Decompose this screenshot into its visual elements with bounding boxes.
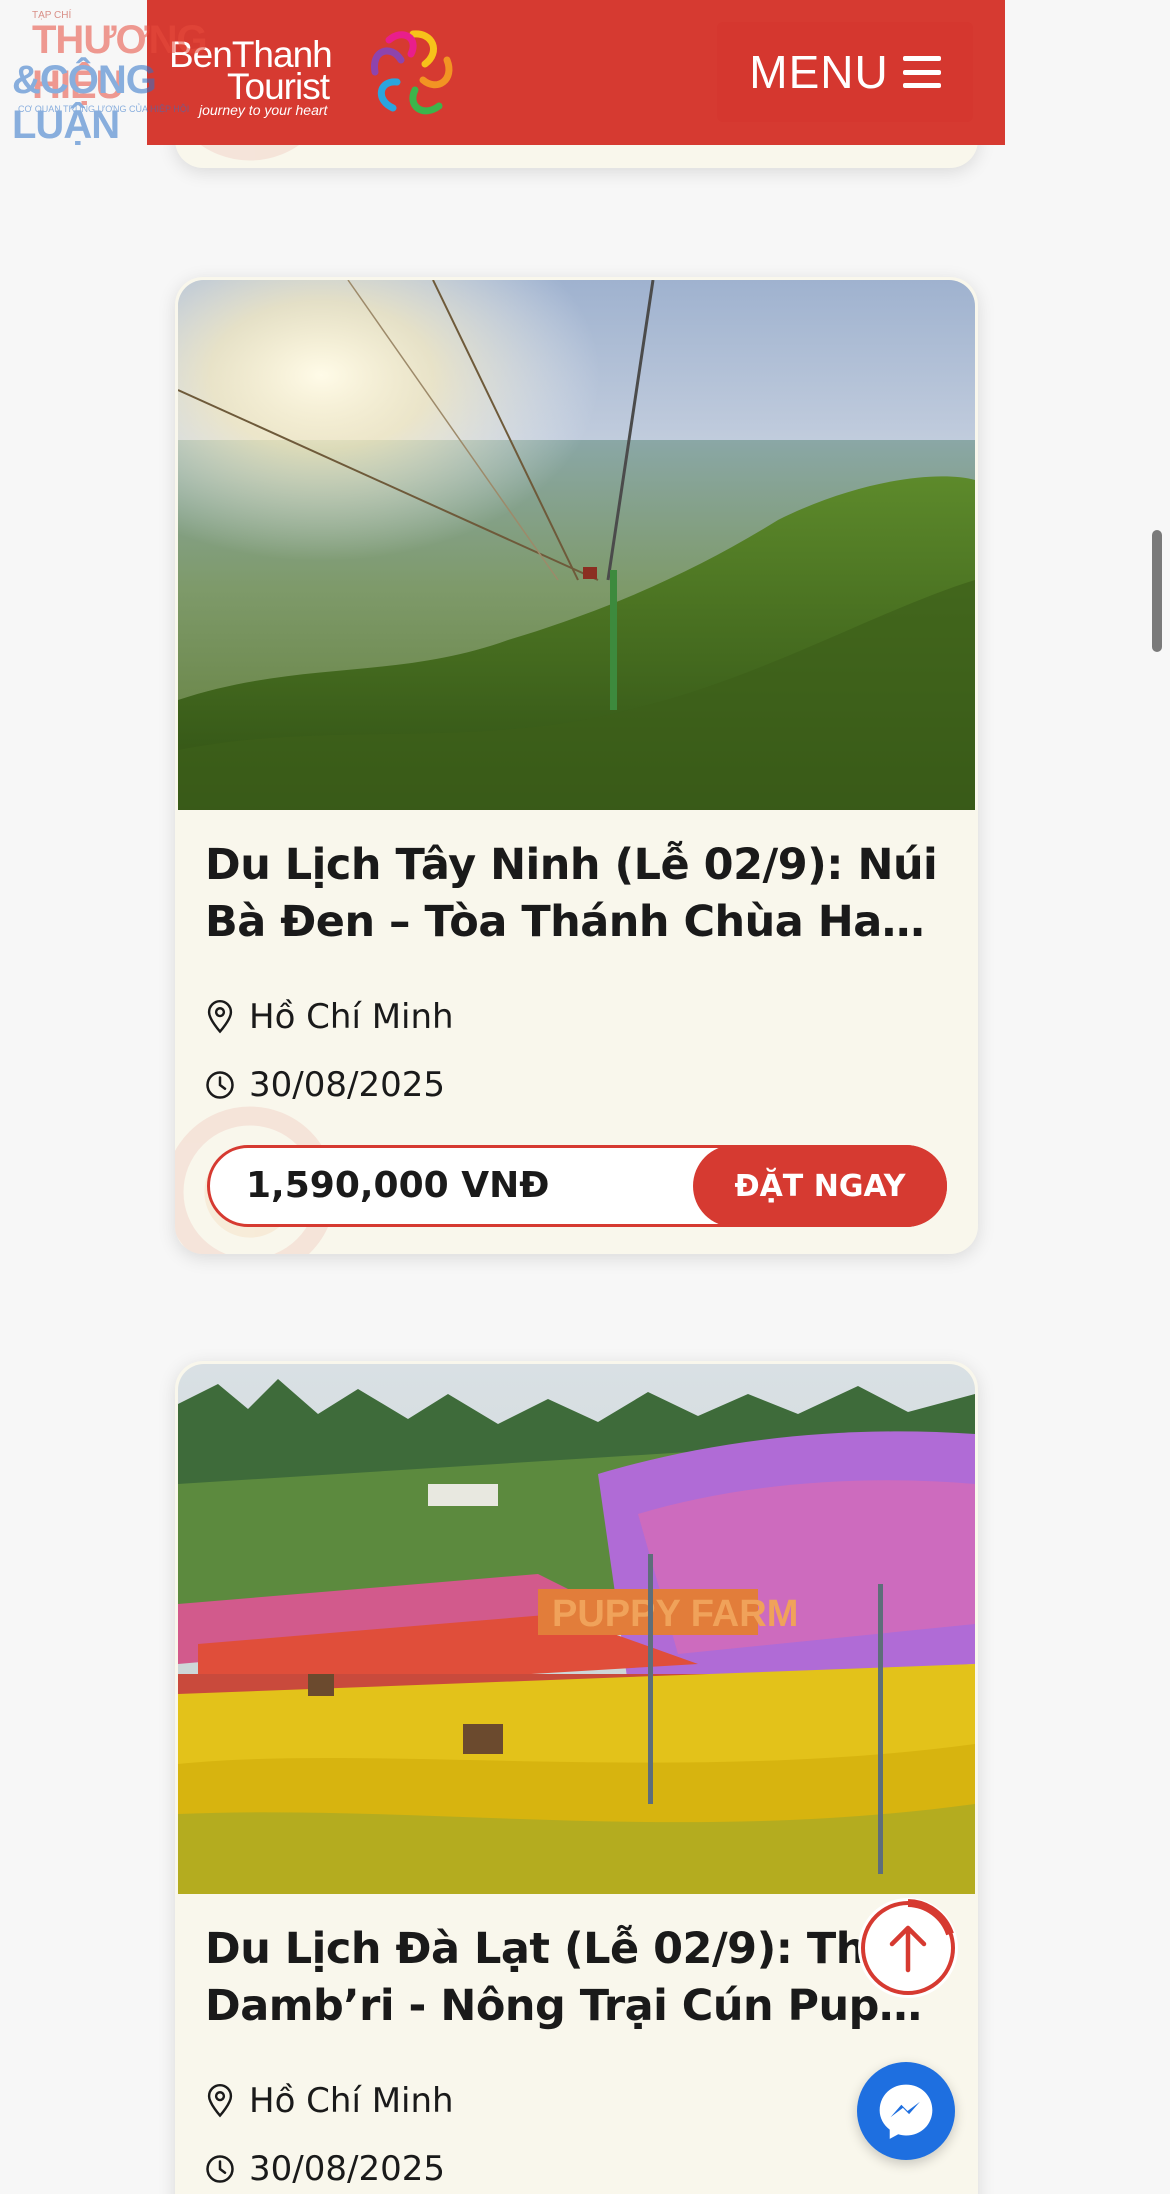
tour-location-text: Hồ Chí Minh	[249, 997, 454, 1037]
tour-date-text: 30/08/2025	[249, 1065, 445, 1105]
book-now-button[interactable]: ĐẶT NGAY	[693, 1145, 947, 1227]
messenger-icon	[879, 2084, 933, 2139]
page-scrollbar[interactable]	[1152, 530, 1162, 652]
tour-location-text: Hồ Chí Minh	[249, 2081, 454, 2121]
tour-title[interactable]: Du Lịch Tây Ninh (Lễ 02/9): Núi Bà Đen –…	[205, 837, 945, 951]
tour-card[interactable]: PUPPY FARM Du Lịch Đà Lạt (Lễ 02/9): Thá…	[175, 1361, 978, 2194]
clock-icon	[206, 2155, 234, 2183]
price-bar: 1,590,000 VNĐ ĐẶT NGAY	[207, 1145, 947, 1227]
logo-tagline: journey to your heart	[199, 102, 328, 118]
menu-button[interactable]: MENU	[717, 22, 973, 122]
tour-image-flower-farm[interactable]: PUPPY FARM	[178, 1364, 975, 1894]
tour-card[interactable]: Du Lịch Tây Ninh (Lễ 02/9): Núi Bà Đen –…	[175, 277, 978, 1254]
tour-image-cable-car[interactable]	[178, 280, 975, 810]
tour-date: 30/08/2025	[205, 1065, 445, 1105]
menu-label: MENU	[749, 46, 889, 98]
puppy-farm-sign: PUPPY FARM	[552, 1593, 798, 1635]
tour-location: Hồ Chí Minh	[205, 2081, 454, 2121]
mountain-cable-car-image	[178, 280, 975, 810]
tour-date-text: 30/08/2025	[249, 2149, 445, 2189]
hamburger-icon	[902, 56, 941, 88]
map-pin-icon	[207, 2084, 233, 2118]
logo-flower-icon	[371, 30, 453, 115]
site-header: BenThanh Tourist journey to your heart M…	[147, 0, 1005, 145]
tour-location: Hồ Chí Minh	[205, 997, 454, 1037]
site-logo[interactable]: BenThanh Tourist journey to your heart	[169, 22, 459, 126]
messenger-chat-button[interactable]	[857, 2062, 955, 2160]
arrow-up-icon	[861, 1899, 955, 1995]
watermark-small: TẠP CHÍ	[32, 10, 72, 21]
scroll-to-top-button[interactable]	[858, 1898, 958, 1998]
tour-price: 1,590,000 VNĐ	[246, 1165, 550, 1206]
tour-title[interactable]: Du Lịch Đà Lạt (Lễ 02/9): Thác Damb’ri -…	[205, 1921, 945, 2035]
tour-date: 30/08/2025	[205, 2149, 445, 2189]
flower-farm-image: PUPPY FARM	[178, 1364, 975, 1894]
clock-icon	[206, 1071, 234, 1099]
map-pin-icon	[207, 1000, 233, 1034]
